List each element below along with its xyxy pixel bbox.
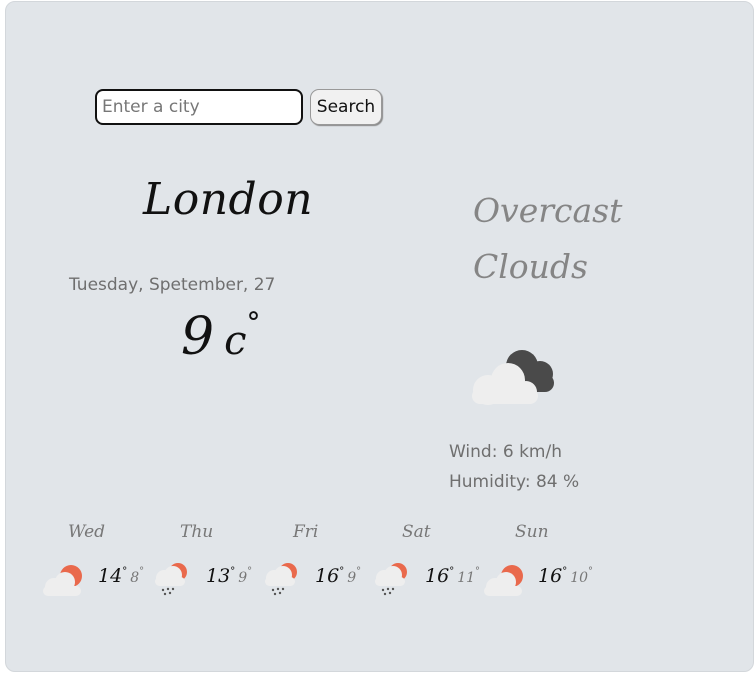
- sun-behind-rain-cloud-icon: [375, 563, 407, 596]
- forecast-day-sat: Sat: [402, 522, 431, 542]
- sun-behind-cloud-icon: [43, 565, 82, 596]
- forecast-min-temp: 10: [570, 570, 589, 586]
- wind-speed: Wind: 6 km/h: [449, 442, 562, 462]
- forecast-max-temp: 14: [98, 565, 123, 587]
- overcast-clouds-icon: [472, 350, 554, 405]
- forecast-max-temp: 16: [315, 565, 340, 587]
- forecast-day-fri: Fri: [293, 522, 319, 542]
- current-temperature: 9 c°: [181, 306, 261, 367]
- forecast-min-temp: 11: [457, 570, 476, 586]
- forecast-temps-fri: 16° 9°: [315, 565, 361, 587]
- degree-symbol: °: [122, 566, 128, 577]
- degree-symbol: °: [588, 566, 594, 577]
- degree-symbol: °: [246, 306, 261, 339]
- forecast-day-sun: Sun: [515, 522, 549, 542]
- humidity: Humidity: 84 %: [449, 472, 580, 492]
- forecast-min-temp: 9: [238, 570, 248, 586]
- forecast-max-temp: 16: [425, 565, 450, 587]
- forecast-temps-sun: 16° 10°: [538, 565, 593, 587]
- sun-behind-cloud-icon: [484, 565, 523, 596]
- city-search-input[interactable]: [95, 89, 303, 125]
- city-name: London: [143, 174, 314, 225]
- degree-symbol: °: [356, 566, 362, 577]
- forecast-day-wed: Wed: [68, 522, 106, 542]
- search-button[interactable]: Search: [310, 89, 382, 125]
- forecast-max-temp: 16: [538, 565, 563, 587]
- current-date: Tuesday, Spetember, 27: [69, 275, 276, 295]
- weather-description: Overcast Clouds: [473, 191, 623, 286]
- sun-behind-rain-cloud-icon: [265, 563, 297, 596]
- forecast-max-temp: 13: [206, 565, 231, 587]
- degree-symbol: °: [139, 566, 145, 577]
- degree-symbol: °: [562, 566, 568, 577]
- degree-symbol: °: [475, 566, 481, 577]
- temperature-unit: c: [224, 318, 247, 364]
- degree-symbol: °: [449, 566, 455, 577]
- sun-behind-rain-cloud-icon: [155, 563, 187, 596]
- forecast-day-thu: Thu: [180, 522, 214, 542]
- forecast-temps-sat: 16° 11°: [425, 565, 480, 587]
- forecast-min-temp: 9: [347, 570, 357, 586]
- degree-symbol: °: [230, 566, 236, 577]
- forecast-temps-thu: 13° 9°: [206, 565, 252, 587]
- forecast-min-temp: 8: [130, 570, 140, 586]
- degree-symbol: °: [247, 566, 253, 577]
- degree-symbol: °: [339, 566, 345, 577]
- forecast-temps-wed: 14° 8°: [98, 565, 144, 587]
- temperature-value: 9: [181, 307, 215, 367]
